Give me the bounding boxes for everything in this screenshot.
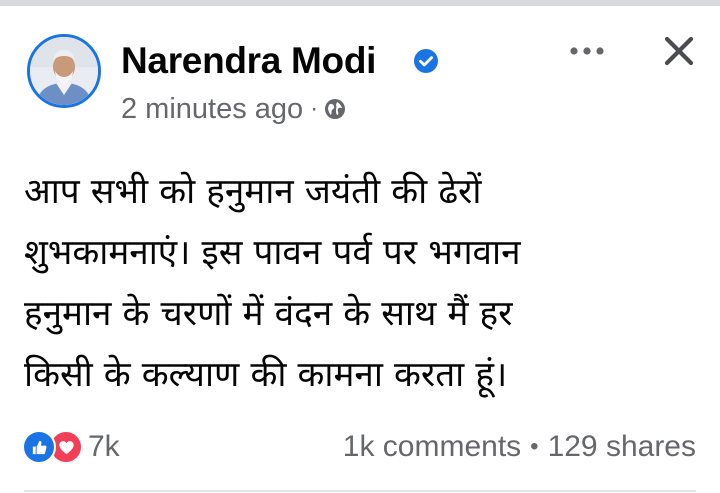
message-line: हनुमान के चरणों में वंदन के साथ मैं हर bbox=[24, 294, 513, 334]
stats-separator: • bbox=[530, 433, 539, 460]
verified-badge-icon bbox=[414, 49, 438, 73]
avatar[interactable] bbox=[27, 34, 101, 108]
meta-separator: · bbox=[310, 95, 319, 122]
post-timestamp[interactable]: 2 minutes ago bbox=[121, 93, 303, 126]
more-options-icon[interactable] bbox=[566, 40, 608, 62]
author-name[interactable]: Narendra Modi bbox=[121, 40, 376, 82]
shares-count[interactable]: 129 shares bbox=[548, 430, 696, 464]
message-line: शुभकामनाएं। इस पावन पर्व पर भगवान bbox=[24, 233, 521, 273]
reactions-summary[interactable]: 7k bbox=[22, 429, 120, 465]
comments-count[interactable]: 1k comments bbox=[343, 430, 521, 464]
post-meta: 2 minutes ago · bbox=[121, 92, 346, 126]
message-line: आप सभी को हनुमान जयंती की ढेरों bbox=[24, 172, 482, 212]
message-line: किसी के कल्याण की कामना करता हूं। bbox=[24, 355, 508, 395]
like-icon bbox=[22, 430, 56, 464]
post-stats: 1k comments • 129 shares bbox=[343, 429, 696, 465]
bottom-divider bbox=[24, 490, 696, 492]
post-card: Narendra Modi 2 minutes ago · आप सभी को … bbox=[0, 6, 720, 493]
reaction-count[interactable]: 7k bbox=[88, 430, 120, 464]
profile-photo bbox=[30, 37, 98, 105]
globe-icon[interactable] bbox=[324, 98, 346, 120]
close-icon[interactable] bbox=[660, 32, 698, 70]
post-message: आप सभी को हनुमान जयंती की ढेरों शुभकामना… bbox=[24, 162, 704, 406]
